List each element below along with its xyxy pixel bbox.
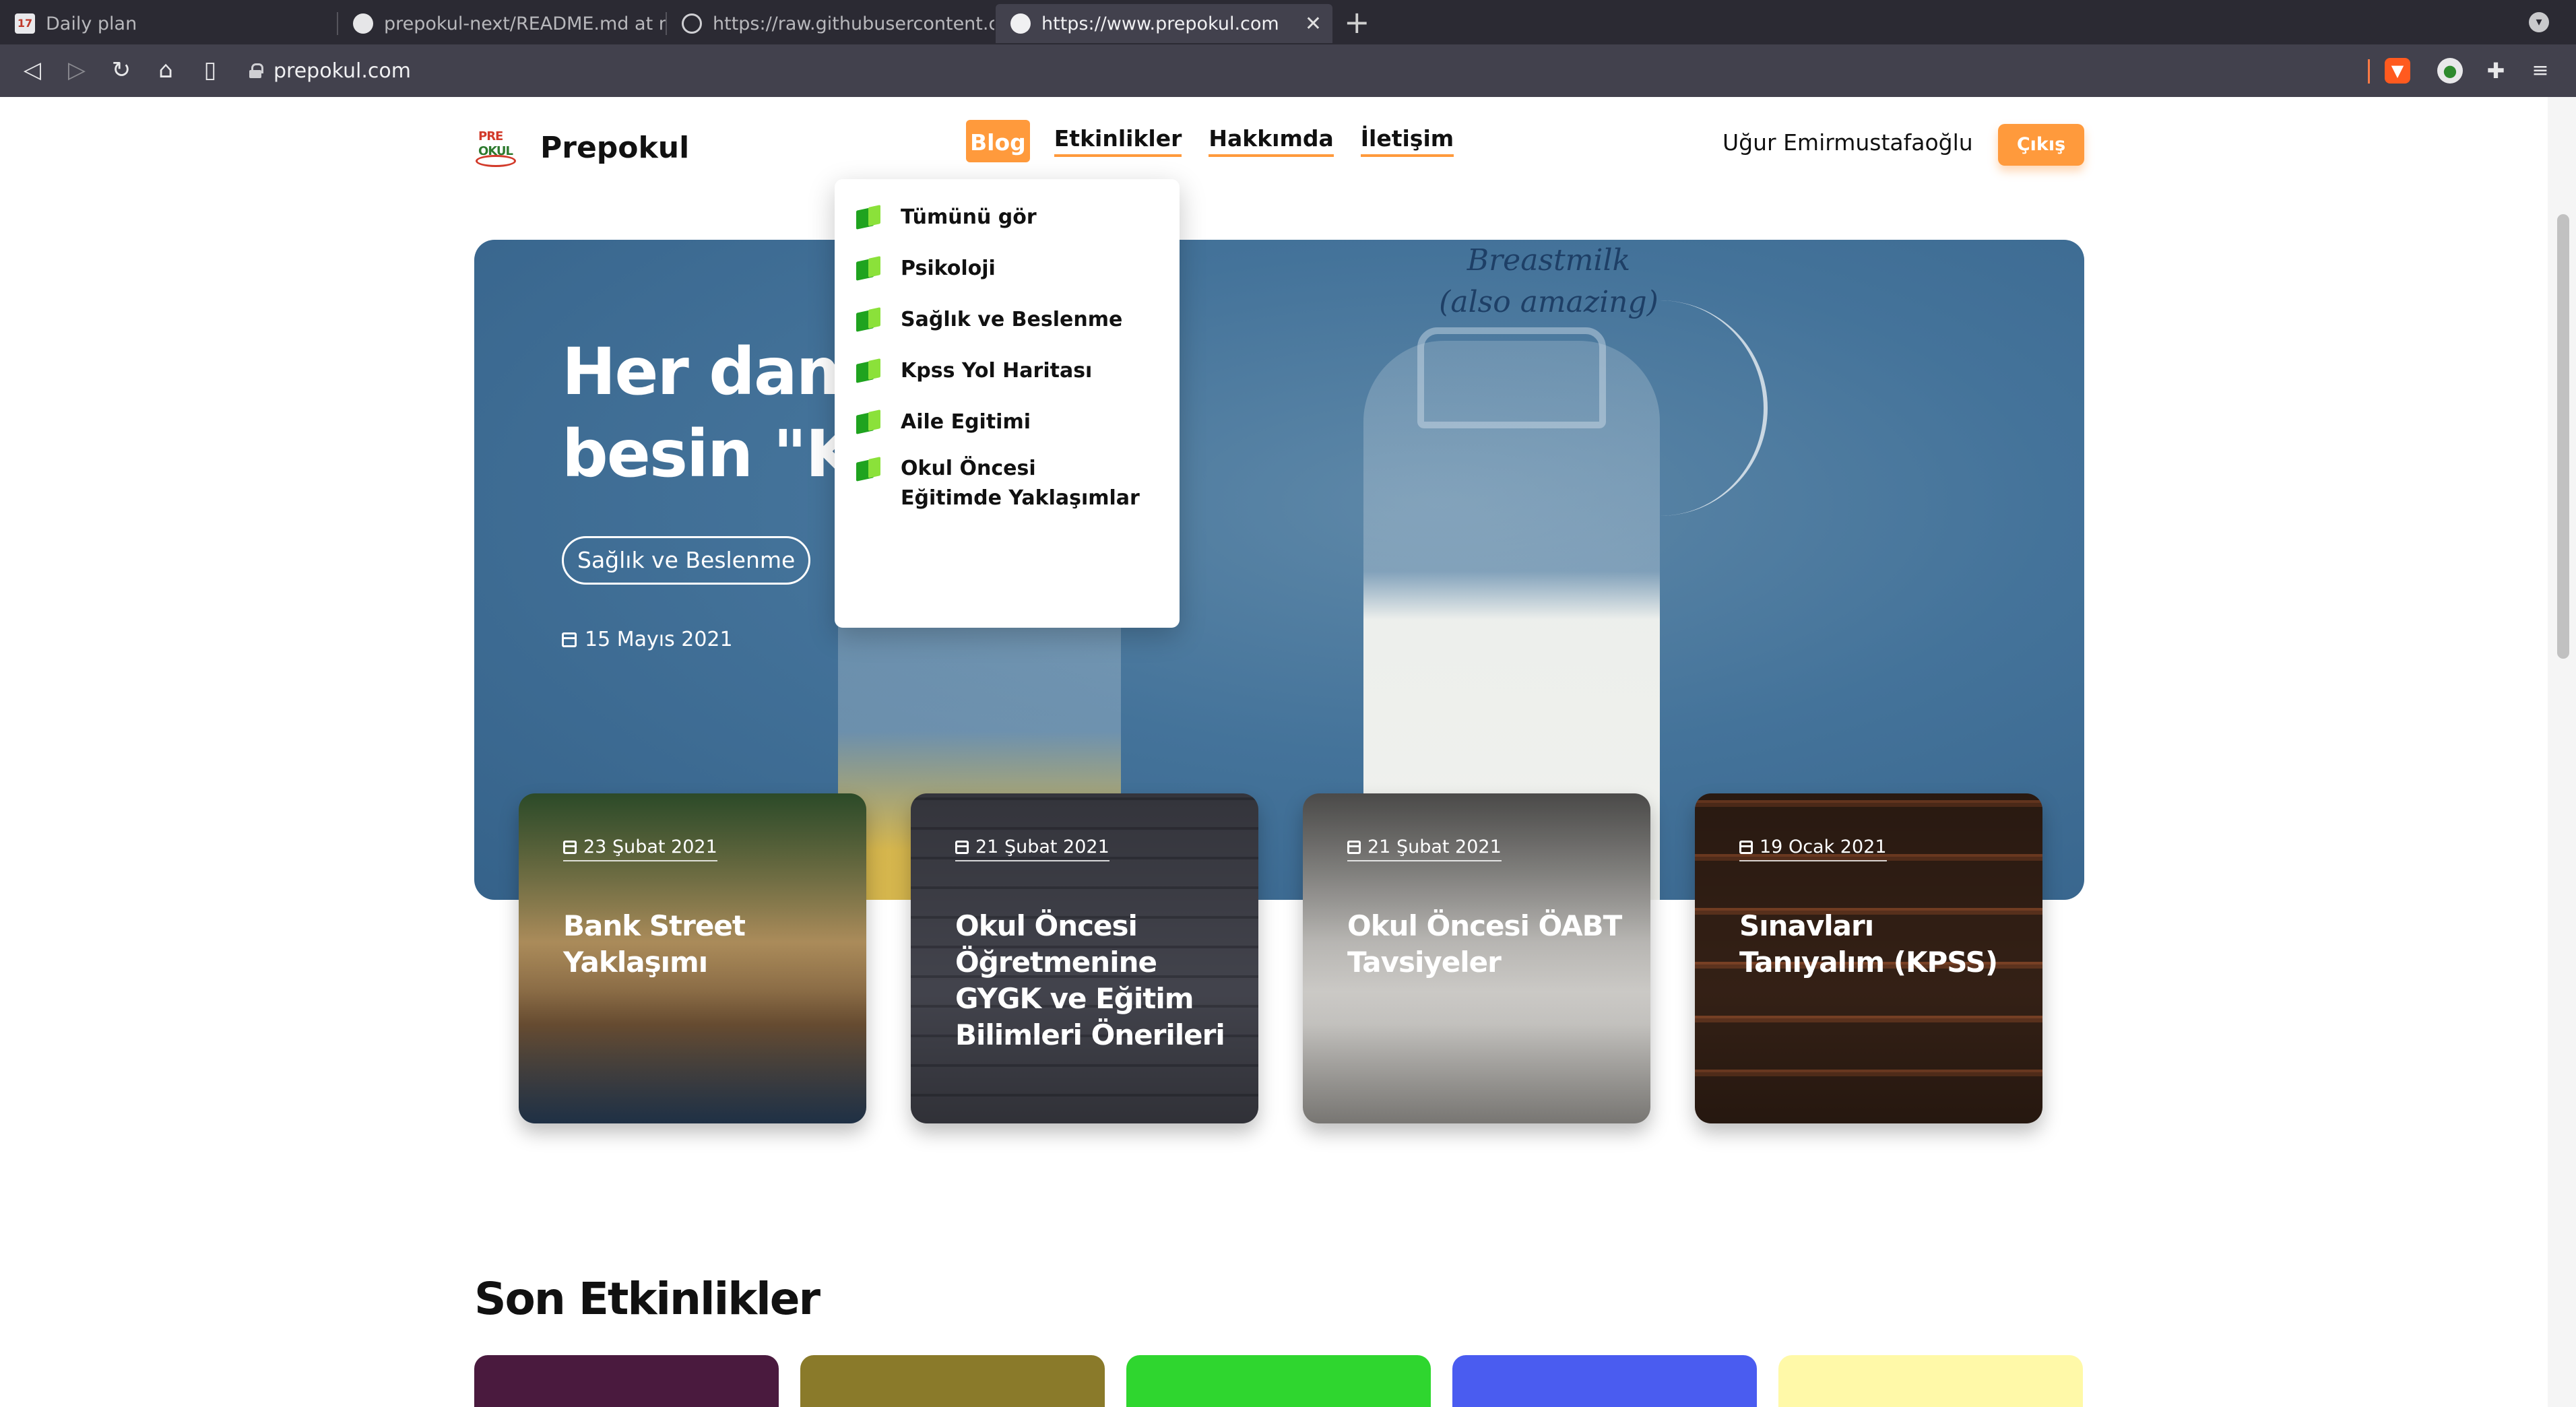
nav-events[interactable]: Etkinlikler bbox=[1054, 125, 1182, 157]
url-text: prepokul.com bbox=[273, 59, 411, 83]
blog-card-gygk[interactable]: 21 Şubat 2021 Okul Öncesi Öğretmenine GY… bbox=[911, 793, 1258, 1123]
blog-card-oabt[interactable]: 21 Şubat 2021 Okul Öncesi ÖABT Tavsiyele… bbox=[1303, 793, 1650, 1123]
nav-contact[interactable]: İletişim bbox=[1360, 125, 1454, 157]
book-icon bbox=[856, 308, 882, 330]
tab-title: https://www.prepokul.com bbox=[1041, 13, 1279, 34]
extension-icon[interactable]: ● bbox=[2437, 58, 2463, 84]
address-bar[interactable]: prepokul.com bbox=[249, 51, 2344, 90]
card-date: 21 Şubat 2021 bbox=[1347, 837, 1502, 861]
dropdown-item-family[interactable]: Aile Egitimi bbox=[835, 396, 1180, 447]
event-card[interactable] bbox=[474, 1355, 779, 1407]
brand-name: Prepokul bbox=[540, 130, 690, 165]
calendar-icon bbox=[1347, 840, 1361, 854]
tab-github-readme[interactable]: prepokul-next/README.md at m bbox=[338, 4, 666, 43]
blog-card-kpss[interactable]: 19 Ocak 2021 Sınavları Tanıyalım (KPSS) bbox=[1695, 793, 2042, 1123]
browser-tab-bar: 17 Daily plan prepokul-next/README.md at… bbox=[0, 0, 2576, 44]
tab-raw-github[interactable]: https://raw.githubusercontent.c bbox=[667, 4, 994, 43]
hero-image-caption: Breastmilk (also amazing) bbox=[1439, 243, 1659, 319]
tab-daily-plan[interactable]: 17 Daily plan bbox=[0, 4, 337, 43]
card-title: Sınavları Tanıyalım (KPSS) bbox=[1739, 909, 1998, 979]
card-date: 19 Ocak 2021 bbox=[1739, 837, 1887, 861]
new-tab-button[interactable]: + bbox=[1344, 5, 1370, 39]
hero-category-tag[interactable]: Sağlık ve Beslenme bbox=[562, 536, 811, 585]
dropdown-item-preschool[interactable]: Okul Öncesi Eğitimde Yaklaşımlar bbox=[835, 447, 1180, 515]
calendar-icon bbox=[562, 632, 577, 647]
card-date: 21 Şubat 2021 bbox=[955, 837, 1109, 861]
bookmark-icon[interactable]: ▯ bbox=[195, 55, 225, 85]
brave-shield-icon[interactable]: ▼ bbox=[2385, 58, 2410, 84]
menu-icon[interactable]: ≡ bbox=[2527, 58, 2553, 84]
book-icon bbox=[856, 206, 882, 228]
event-card[interactable] bbox=[800, 1355, 1105, 1407]
calendar-icon bbox=[955, 840, 969, 854]
blog-dropdown-menu: Tümünü gör Psikoloji Sağlık ve Beslenme … bbox=[835, 179, 1180, 628]
puzzle-icon[interactable]: ✚ bbox=[2483, 58, 2509, 84]
book-icon bbox=[856, 360, 882, 381]
card-date: 23 Şubat 2021 bbox=[563, 837, 717, 861]
blog-card-bank-street[interactable]: 23 Şubat 2021 Bank Street Yaklaşımı bbox=[519, 793, 866, 1123]
tab-prepokul[interactable]: https://www.prepokul.com ✕ bbox=[996, 4, 1332, 43]
lock-icon bbox=[249, 63, 263, 78]
tab-title: https://raw.githubusercontent.c bbox=[713, 13, 994, 34]
nav-blog[interactable]: Blog bbox=[966, 120, 1030, 162]
toolbar-separator bbox=[2368, 59, 2370, 84]
globe-icon bbox=[682, 13, 702, 34]
dropdown-item-all[interactable]: Tümünü gör bbox=[835, 191, 1180, 242]
calendar-icon: 17 bbox=[15, 13, 35, 34]
user-name[interactable]: Uğur Emirmustafaoğlu bbox=[1722, 129, 1973, 156]
card-title: Okul Öncesi Öğretmenine GYGK ve Eğitim B… bbox=[955, 909, 1225, 1051]
triangle-icon bbox=[1010, 13, 1031, 34]
event-card[interactable] bbox=[1452, 1355, 1757, 1407]
dropdown-item-psychology[interactable]: Psikoloji bbox=[835, 242, 1180, 294]
forward-icon[interactable]: ▷ bbox=[62, 55, 92, 85]
hero-image-arrow bbox=[1646, 300, 1768, 516]
calendar-icon bbox=[563, 840, 577, 854]
github-icon bbox=[353, 13, 373, 34]
book-icon bbox=[856, 257, 882, 279]
hero-image-bottle-neck bbox=[1417, 327, 1606, 428]
browser-toolbar: ◁ ▷ ↻ ⌂ ▯ prepokul.com ▼ ● ✚ ≡ bbox=[0, 44, 2576, 97]
main-nav: Blog Etkinlikler Hakkımda İletişim bbox=[966, 120, 1481, 162]
tab-list-icon[interactable]: ▾ bbox=[2529, 12, 2549, 32]
dropdown-item-kpss[interactable]: Kpss Yol Haritası bbox=[835, 345, 1180, 396]
book-icon bbox=[856, 411, 882, 432]
calendar-icon bbox=[1739, 840, 1753, 854]
nav-about[interactable]: Hakkımda bbox=[1209, 125, 1334, 157]
back-icon[interactable]: ◁ bbox=[18, 55, 47, 85]
home-icon[interactable]: ⌂ bbox=[151, 55, 181, 85]
tab-title: prepokul-next/README.md at m bbox=[384, 13, 666, 34]
close-tab-icon[interactable]: ✕ bbox=[1305, 12, 1322, 36]
section-title-events: Son Etkinlikler bbox=[474, 1273, 820, 1325]
scrollbar-thumb[interactable] bbox=[2557, 214, 2569, 659]
event-card[interactable] bbox=[1126, 1355, 1431, 1407]
hero-date: 15 Mayıs 2021 bbox=[562, 628, 733, 651]
card-title: Okul Öncesi ÖABT Tavsiyeler bbox=[1347, 909, 1622, 979]
book-icon bbox=[856, 458, 882, 480]
reload-icon[interactable]: ↻ bbox=[106, 55, 136, 85]
web-page: PRE OKUL Prepokul Blog Etkinlikler Hakkı… bbox=[3, 97, 2548, 1407]
tab-title: Daily plan bbox=[46, 13, 137, 34]
card-title: Bank Street Yaklaşımı bbox=[563, 909, 746, 979]
logout-button[interactable]: Çıkış bbox=[1998, 124, 2084, 166]
page-scrollbar[interactable] bbox=[2548, 97, 2576, 1407]
site-logo[interactable]: PRE OKUL Prepokul bbox=[474, 124, 689, 171]
logo-mark: PRE OKUL bbox=[474, 124, 525, 171]
dropdown-item-health[interactable]: Sağlık ve Beslenme bbox=[835, 294, 1180, 345]
event-card[interactable] bbox=[1778, 1355, 2083, 1407]
